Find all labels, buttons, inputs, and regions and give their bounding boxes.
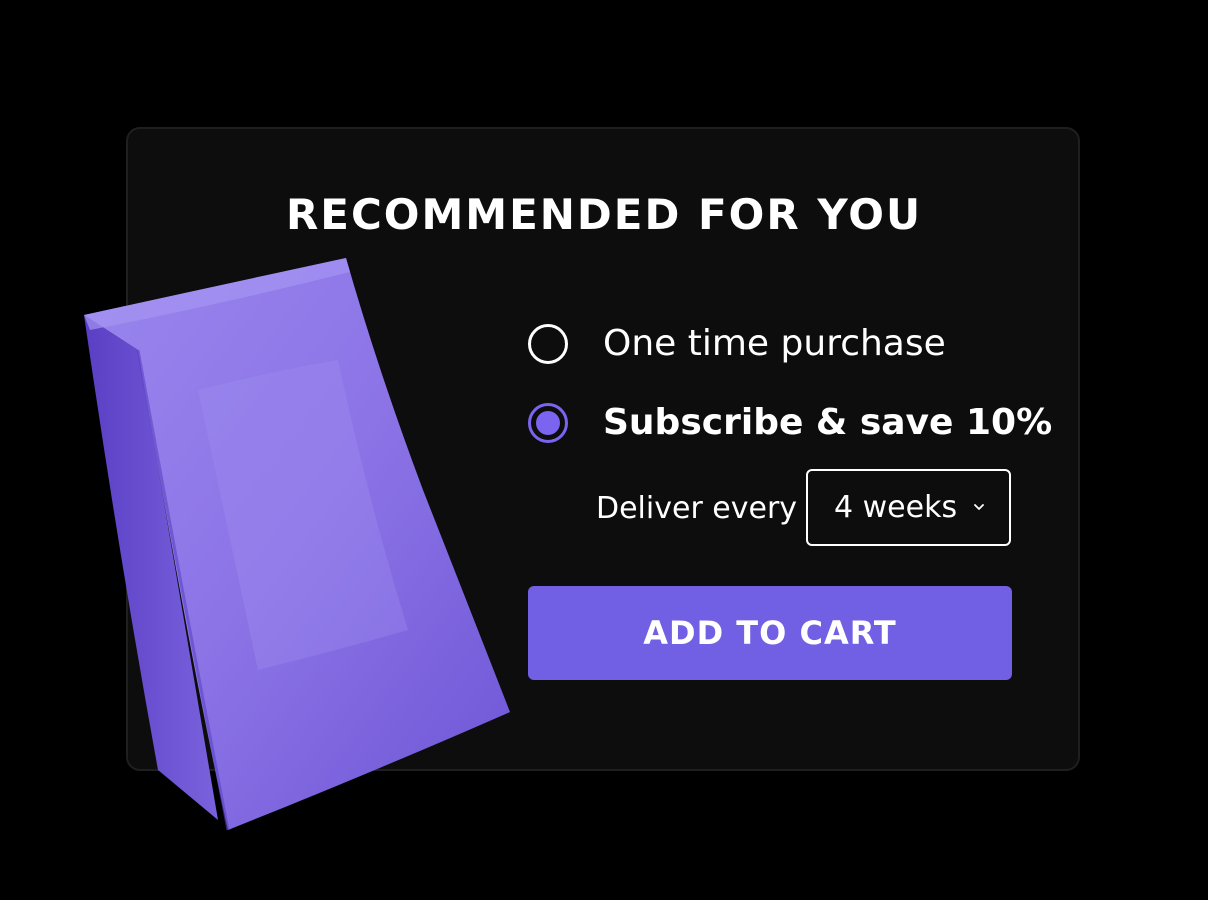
subscribe-radio[interactable] bbox=[528, 403, 568, 443]
delivery-interval-select[interactable]: 4 weeks bbox=[806, 469, 1011, 546]
card-title: RECOMMENDED FOR YOU bbox=[285, 190, 923, 239]
add-to-cart-button[interactable]: ADD TO CART bbox=[528, 586, 1012, 680]
product-bag-image bbox=[84, 258, 510, 831]
one-time-purchase-radio[interactable] bbox=[528, 324, 568, 364]
one-time-purchase-label[interactable]: One time purchase bbox=[603, 322, 946, 366]
delivery-interval-value: 4 weeks bbox=[834, 489, 958, 525]
chevron-down-icon bbox=[974, 504, 984, 510]
subscribe-label[interactable]: Subscribe & save 10% bbox=[603, 401, 1052, 445]
deliver-every-label: Deliver every bbox=[596, 491, 798, 526]
